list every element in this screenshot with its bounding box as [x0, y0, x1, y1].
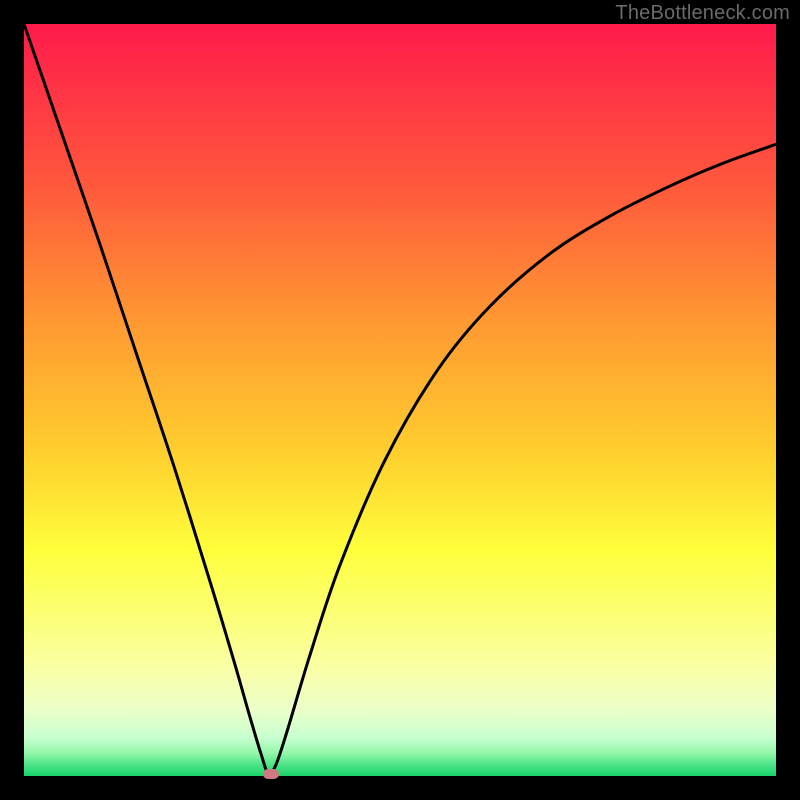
bottleneck-curve	[24, 24, 776, 774]
optimal-point-marker	[263, 769, 279, 779]
watermark-text: TheBottleneck.com	[615, 2, 790, 25]
plot-area	[24, 24, 776, 776]
curve-svg	[24, 24, 776, 776]
chart-frame: TheBottleneck.com	[0, 0, 800, 800]
